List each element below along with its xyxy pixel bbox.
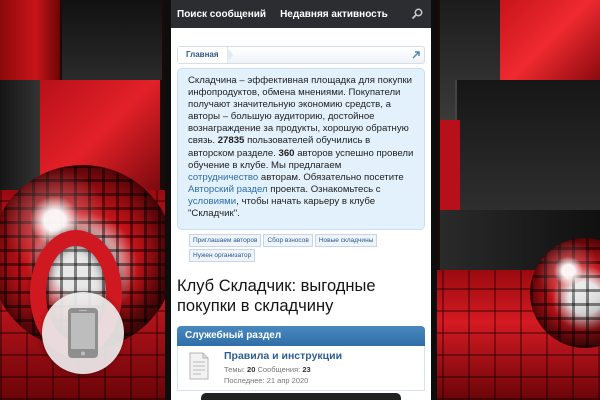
quick-tabs: Приглашаем авторов Сбор взносов Новые ск… xyxy=(189,234,379,262)
document-icon xyxy=(189,352,209,380)
bg-block xyxy=(500,0,600,80)
site-notice: Складчина – эффективная площадка для пок… xyxy=(177,68,425,230)
mobile-badge xyxy=(42,292,124,374)
link-cooperation[interactable]: сотрудничество xyxy=(188,172,258,183)
messages-label: Сообщения: xyxy=(255,365,303,374)
link-author-section[interactable]: Авторский раздел xyxy=(188,184,268,195)
search-icon[interactable] xyxy=(411,8,423,20)
forum-stats: Темы: 20 Сообщения: 23 xyxy=(224,365,311,374)
bottom-bar xyxy=(201,393,401,400)
last-label: Последнее: xyxy=(224,376,267,385)
notice-users-count: 27835 xyxy=(217,135,245,147)
tab-need-organizer[interactable]: Нужен организатор xyxy=(189,249,256,262)
notice-text: проекта. Ознакомьтесь с xyxy=(267,183,381,195)
notice-authors-count: 360 xyxy=(278,147,295,159)
phone-frame: Поиск сообщений Недавняя активность Глав… xyxy=(165,0,437,400)
notice-text: авторам. Обязательно посетите xyxy=(258,171,404,183)
tab-invite-authors[interactable]: Приглашаем авторов xyxy=(189,234,262,247)
jump-icon[interactable] xyxy=(411,50,421,60)
tab-new-group-buys[interactable]: Новые складчины xyxy=(314,234,378,247)
breadcrumb: Главная xyxy=(177,46,425,64)
phone-screen: Поиск сообщений Недавняя активность Глав… xyxy=(171,0,431,400)
page-title: Клуб Складчик: выгодные покупки в складч… xyxy=(177,277,376,315)
bg-block xyxy=(455,80,600,210)
forum-row[interactable]: Правила и инструкции Темы: 20 Сообщения:… xyxy=(177,346,425,391)
breadcrumb-home[interactable]: Главная xyxy=(178,47,233,63)
forum-title-link[interactable]: Правила и инструкции xyxy=(224,350,342,362)
mobile-phone-icon xyxy=(68,308,98,358)
last-date: 21 апр 2020 xyxy=(266,376,309,385)
link-terms[interactable]: условиями xyxy=(188,196,236,207)
forum-last-post: Последнее: 21 апр 2020 xyxy=(224,376,308,385)
bg-block xyxy=(62,0,162,80)
tab-collect-fees[interactable]: Сбор взносов xyxy=(263,234,313,247)
bg-block xyxy=(440,120,460,210)
top-navigation: Поиск сообщений Недавняя активность xyxy=(171,0,431,28)
messages-count: 23 xyxy=(302,365,311,374)
nav-recent-activity[interactable]: Недавняя активность xyxy=(280,9,388,20)
nav-search-messages[interactable]: Поиск сообщений xyxy=(177,9,266,20)
topics-label: Темы: xyxy=(224,365,248,374)
section-header[interactable]: Служебный раздел xyxy=(177,326,425,346)
